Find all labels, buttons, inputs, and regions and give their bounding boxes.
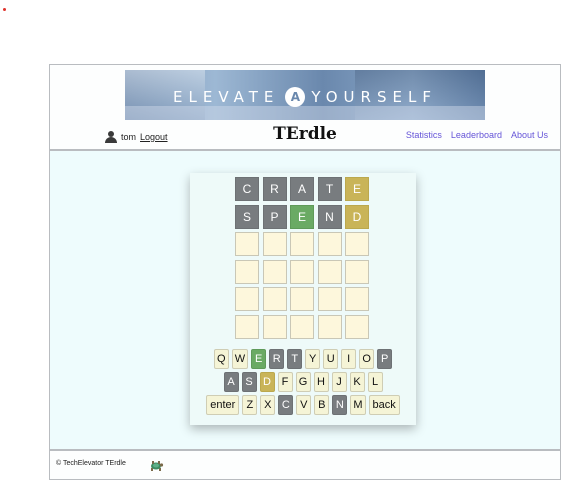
- letter-grid: CRATESPEND: [235, 177, 369, 339]
- key-i[interactable]: I: [341, 349, 357, 369]
- keyboard-row: ASDFGHJKL: [196, 372, 410, 392]
- grid-tile: [317, 287, 342, 311]
- grid-tile: [262, 314, 287, 339]
- grid-tile: A: [290, 177, 314, 201]
- grid-tile: R: [262, 177, 287, 201]
- key-u[interactable]: U: [323, 349, 339, 369]
- grid-tile: P: [262, 204, 287, 229]
- key-d[interactable]: D: [259, 372, 275, 392]
- key-l[interactable]: L: [367, 372, 383, 392]
- footer: © TechElevator TErdle: [49, 450, 561, 480]
- grid-tile: N: [317, 204, 342, 229]
- nav-links: Statistics Leaderboard About Us: [406, 130, 548, 140]
- grid-tile: [235, 287, 259, 311]
- grid-tile: [317, 314, 342, 339]
- grid-tile: [262, 259, 287, 284]
- grid-tile: [262, 232, 287, 256]
- grid-tile: S: [235, 204, 259, 229]
- grid-tile: E: [345, 177, 369, 201]
- app-frame: ELEVATE A YOURSELF tom Logout TErdle Sta…: [49, 64, 561, 483]
- key-g[interactable]: G: [295, 372, 311, 392]
- key-enter[interactable]: enter: [206, 395, 240, 415]
- key-b[interactable]: B: [314, 395, 330, 415]
- turtle-icon: [151, 461, 164, 471]
- key-a[interactable]: A: [223, 372, 239, 392]
- nav-statistics-link[interactable]: Statistics: [406, 130, 442, 140]
- grid-tile: [345, 232, 369, 256]
- grid-tile: [235, 232, 259, 256]
- user-icon: [105, 131, 117, 143]
- on-screen-keyboard: Q W E R T Y U I O P A S D F G H J K Lenter Z X C V B N Mback: [196, 349, 410, 418]
- game-card: CRATESPEND Q W E R T Y U I O P A S D F G H J K Lenter Z X C V B…: [190, 173, 416, 425]
- banner-left-text: ELEVATE: [173, 88, 280, 106]
- grid-tile: [235, 314, 259, 339]
- header: ELEVATE A YOURSELF tom Logout TErdle Sta…: [49, 64, 561, 150]
- key-w[interactable]: W: [231, 349, 249, 369]
- grid-tile: [345, 259, 369, 284]
- key-r[interactable]: R: [269, 349, 285, 369]
- main-content: CRATESPEND Q W E R T Y U I O P A S D F G H J K Lenter Z X C V B…: [49, 150, 561, 450]
- banner-right-text: YOURSELF: [311, 88, 437, 106]
- page-title: TErdle: [273, 124, 337, 144]
- username: tom: [121, 132, 137, 142]
- key-x[interactable]: X: [260, 395, 276, 415]
- key-e[interactable]: E: [251, 349, 267, 369]
- grid-tile: T: [317, 177, 342, 201]
- key-m[interactable]: M: [350, 395, 366, 415]
- key-y[interactable]: Y: [305, 349, 321, 369]
- grid-tile: D: [345, 204, 369, 229]
- elevate-logo-icon: A: [285, 87, 306, 107]
- grid-tile: [345, 287, 369, 311]
- grid-tile: E: [290, 204, 314, 229]
- banner-image: ELEVATE A YOURSELF: [125, 70, 485, 120]
- grid-tile: [317, 232, 342, 256]
- keyboard-row: QWERTYUIOP: [196, 349, 410, 369]
- grid-tile: [235, 259, 259, 284]
- key-o[interactable]: O: [359, 349, 375, 369]
- logout-link[interactable]: Logout: [140, 132, 168, 142]
- key-v[interactable]: V: [296, 395, 312, 415]
- key-p[interactable]: P: [377, 349, 393, 369]
- nav-leaderboard-link[interactable]: Leaderboard: [451, 130, 502, 140]
- grid-tile: C: [235, 177, 259, 201]
- keyboard-row: enter Z X C V B N Mback: [196, 395, 410, 415]
- corner-dot: [3, 8, 6, 11]
- key-s[interactable]: S: [241, 372, 257, 392]
- key-q[interactable]: Q: [213, 349, 229, 369]
- user-area: tom Logout: [105, 129, 168, 145]
- grid-tile: [317, 259, 342, 284]
- key-t[interactable]: T: [287, 349, 303, 369]
- key-n[interactable]: N: [332, 395, 348, 415]
- grid-tile: [290, 314, 314, 339]
- key-j[interactable]: J: [331, 372, 347, 392]
- key-k[interactable]: K: [349, 372, 365, 392]
- footer-copyright: © TechElevator TErdle: [56, 460, 126, 467]
- key-h[interactable]: H: [313, 372, 329, 392]
- key-back[interactable]: back: [368, 395, 400, 415]
- key-z[interactable]: Z: [242, 395, 258, 415]
- nav-about-us-link[interactable]: About Us: [511, 130, 548, 140]
- grid-tile: [290, 259, 314, 284]
- key-f[interactable]: F: [277, 372, 293, 392]
- grid-tile: [345, 314, 369, 339]
- grid-tile: [290, 287, 314, 311]
- banner-text: ELEVATE A YOURSELF: [125, 87, 485, 107]
- grid-tile: [262, 287, 287, 311]
- grid-tile: [290, 232, 314, 256]
- key-c[interactable]: C: [278, 395, 294, 415]
